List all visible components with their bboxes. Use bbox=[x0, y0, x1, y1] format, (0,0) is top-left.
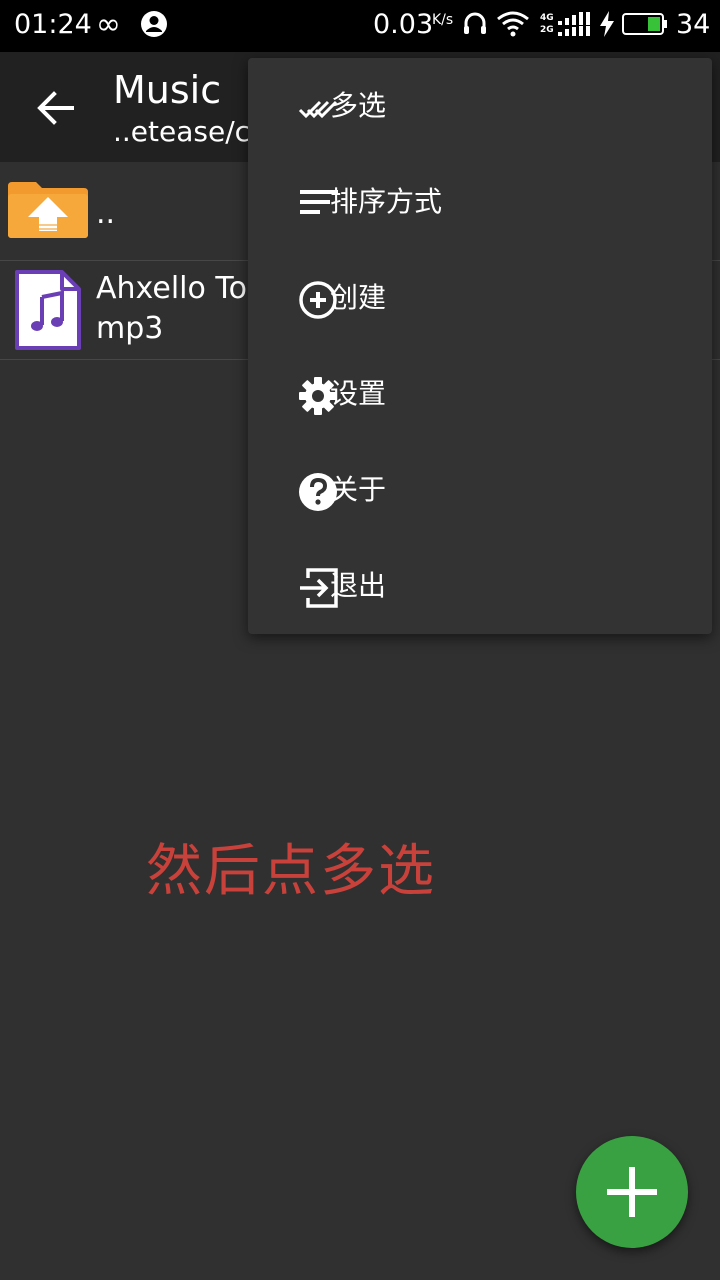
add-fab-button[interactable] bbox=[576, 1136, 688, 1248]
menu-item-multi-select[interactable]: 多选 bbox=[248, 58, 712, 154]
menu-item-create[interactable]: 创建 bbox=[248, 250, 712, 346]
network-speed: 0.03 bbox=[373, 9, 434, 40]
folder-up-icon bbox=[8, 182, 88, 238]
menu-item-label: 排序方式 bbox=[330, 185, 443, 218]
account-icon bbox=[141, 11, 167, 37]
file-name: Ahxello To mp3 bbox=[96, 269, 247, 349]
network-type-top: 4G bbox=[540, 13, 554, 23]
file-name: .. bbox=[96, 196, 116, 231]
menu-item-label: 设置 bbox=[330, 377, 387, 410]
file-name-line1: Ahxello To bbox=[96, 271, 247, 306]
loop-icon: ∞ bbox=[96, 7, 121, 42]
status-bar: 01:24 ∞ 0.03 K/s 4G 2G 34 bbox=[0, 0, 720, 52]
menu-item-label: 关于 bbox=[330, 473, 387, 506]
menu-item-label: 退出 bbox=[330, 569, 387, 602]
network-type-labels: 4G 2G bbox=[540, 12, 554, 36]
network-speed-unit: K/s bbox=[432, 12, 454, 28]
status-time: 01:24 bbox=[14, 9, 92, 40]
menu-item-settings[interactable]: 设置 bbox=[248, 346, 712, 442]
instruction-annotation: 然后点多选 bbox=[146, 839, 436, 904]
folder-path: ..etease/c bbox=[113, 115, 251, 148]
audio-file-icon bbox=[15, 270, 81, 350]
headset-icon bbox=[464, 12, 486, 34]
menu-item-label: 创建 bbox=[330, 281, 387, 314]
menu-item-exit[interactable]: 退出 bbox=[248, 538, 712, 634]
plus-icon bbox=[607, 1167, 657, 1217]
menu-item-label: 多选 bbox=[330, 89, 387, 122]
file-name-line2: mp3 bbox=[96, 311, 164, 346]
battery-level: 34 bbox=[676, 9, 711, 40]
overflow-menu: 多选 排序方式 创建 设置 关于 退出 bbox=[248, 58, 712, 634]
back-arrow-icon[interactable] bbox=[36, 88, 76, 128]
charging-icon bbox=[600, 11, 614, 37]
wifi-icon bbox=[497, 11, 529, 37]
menu-item-about[interactable]: 关于 bbox=[248, 442, 712, 538]
menu-item-sort[interactable]: 排序方式 bbox=[248, 154, 712, 250]
folder-title: Music bbox=[113, 68, 222, 112]
battery-icon bbox=[622, 13, 667, 35]
network-type-bottom: 2G bbox=[540, 25, 554, 35]
signal-icon bbox=[558, 12, 590, 36]
